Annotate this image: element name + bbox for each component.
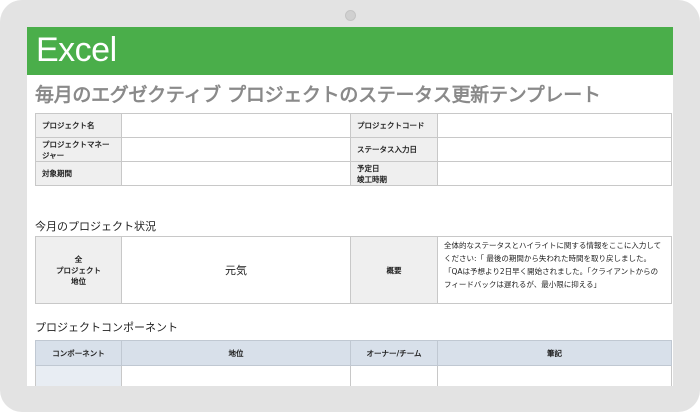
project-name-cell[interactable] xyxy=(121,113,351,138)
components-section-heading: プロジェクトコンポーネント xyxy=(35,321,178,334)
table-row: 対象期間 予定日 竣工時期 xyxy=(35,161,672,186)
tablet-frame: Excel 毎月のエグゼクティブ プロジェクトのステータス更新テンプレート プロ… xyxy=(0,0,700,412)
summary-label: 概要 xyxy=(350,236,438,304)
table-row xyxy=(35,365,672,386)
status-entry-date-cell[interactable] xyxy=(437,137,672,162)
summary-text-cell[interactable]: 全体的なステータスとハイライトに関する情報をここに入力してください:「 最後の期… xyxy=(437,236,672,304)
completion-time-text: 竣工時期 xyxy=(357,174,387,184)
overall-label-line: 地位 xyxy=(71,276,86,286)
components-table: コンポーネント 地位 オーナー/チーム 筆記 xyxy=(35,340,672,386)
table-row: 全 プロジェクト 地位 元気 概要 全体的なステータスとハイライトに関する情報を… xyxy=(35,236,672,304)
column-header-owner-team: オーナー/チーム xyxy=(350,340,438,366)
project-info-table: プロジェクト名 プロジェクトコード プロジェクトマネージャー ステータス入力日 … xyxy=(35,113,672,186)
period-label: 対象期間 xyxy=(35,161,122,186)
table-header-row: コンポーネント 地位 オーナー/チーム 筆記 xyxy=(35,340,672,366)
table-row: プロジェクトマネージャー ステータス入力日 xyxy=(35,137,672,162)
column-header-component: コンポーネント xyxy=(35,340,122,366)
project-code-label: プロジェクトコード xyxy=(350,113,438,138)
document-title: 毎月のエグゼクティブ プロジェクトのステータス更新テンプレート xyxy=(35,84,601,106)
column-header-notes: 筆記 xyxy=(437,340,672,366)
status-cell[interactable] xyxy=(121,365,351,386)
owner-team-cell[interactable] xyxy=(350,365,438,386)
excel-banner: Excel xyxy=(27,27,673,75)
component-cell[interactable] xyxy=(35,365,122,386)
project-name-label: プロジェクト名 xyxy=(35,113,122,138)
planned-date-text: 予定日 xyxy=(357,163,380,173)
project-manager-cell[interactable] xyxy=(121,137,351,162)
spreadsheet-screen: Excel 毎月のエグゼクティブ プロジェクトのステータス更新テンプレート プロ… xyxy=(27,27,673,386)
notes-cell[interactable] xyxy=(437,365,672,386)
overall-status-value[interactable]: 元気 xyxy=(121,236,351,304)
overall-label-line: 全 xyxy=(74,254,83,264)
status-section-heading: 今月のプロジェクト状況 xyxy=(35,220,156,233)
table-row: プロジェクト名 プロジェクトコード xyxy=(35,113,672,138)
camera-dot xyxy=(345,10,356,21)
planned-completion-cell[interactable] xyxy=(437,161,672,186)
column-header-status: 地位 xyxy=(121,340,351,366)
status-entry-date-label: ステータス入力日 xyxy=(350,137,438,162)
period-cell[interactable] xyxy=(121,161,351,186)
app-title: Excel xyxy=(36,31,117,69)
overall-status-label: 全 プロジェクト 地位 xyxy=(35,236,122,304)
planned-completion-label: 予定日 竣工時期 xyxy=(350,161,438,186)
overall-label-line: プロジェクト xyxy=(56,265,101,275)
project-manager-label: プロジェクトマネージャー xyxy=(35,137,122,162)
status-table: 全 プロジェクト 地位 元気 概要 全体的なステータスとハイライトに関する情報を… xyxy=(35,236,672,304)
project-code-cell[interactable] xyxy=(437,113,672,138)
